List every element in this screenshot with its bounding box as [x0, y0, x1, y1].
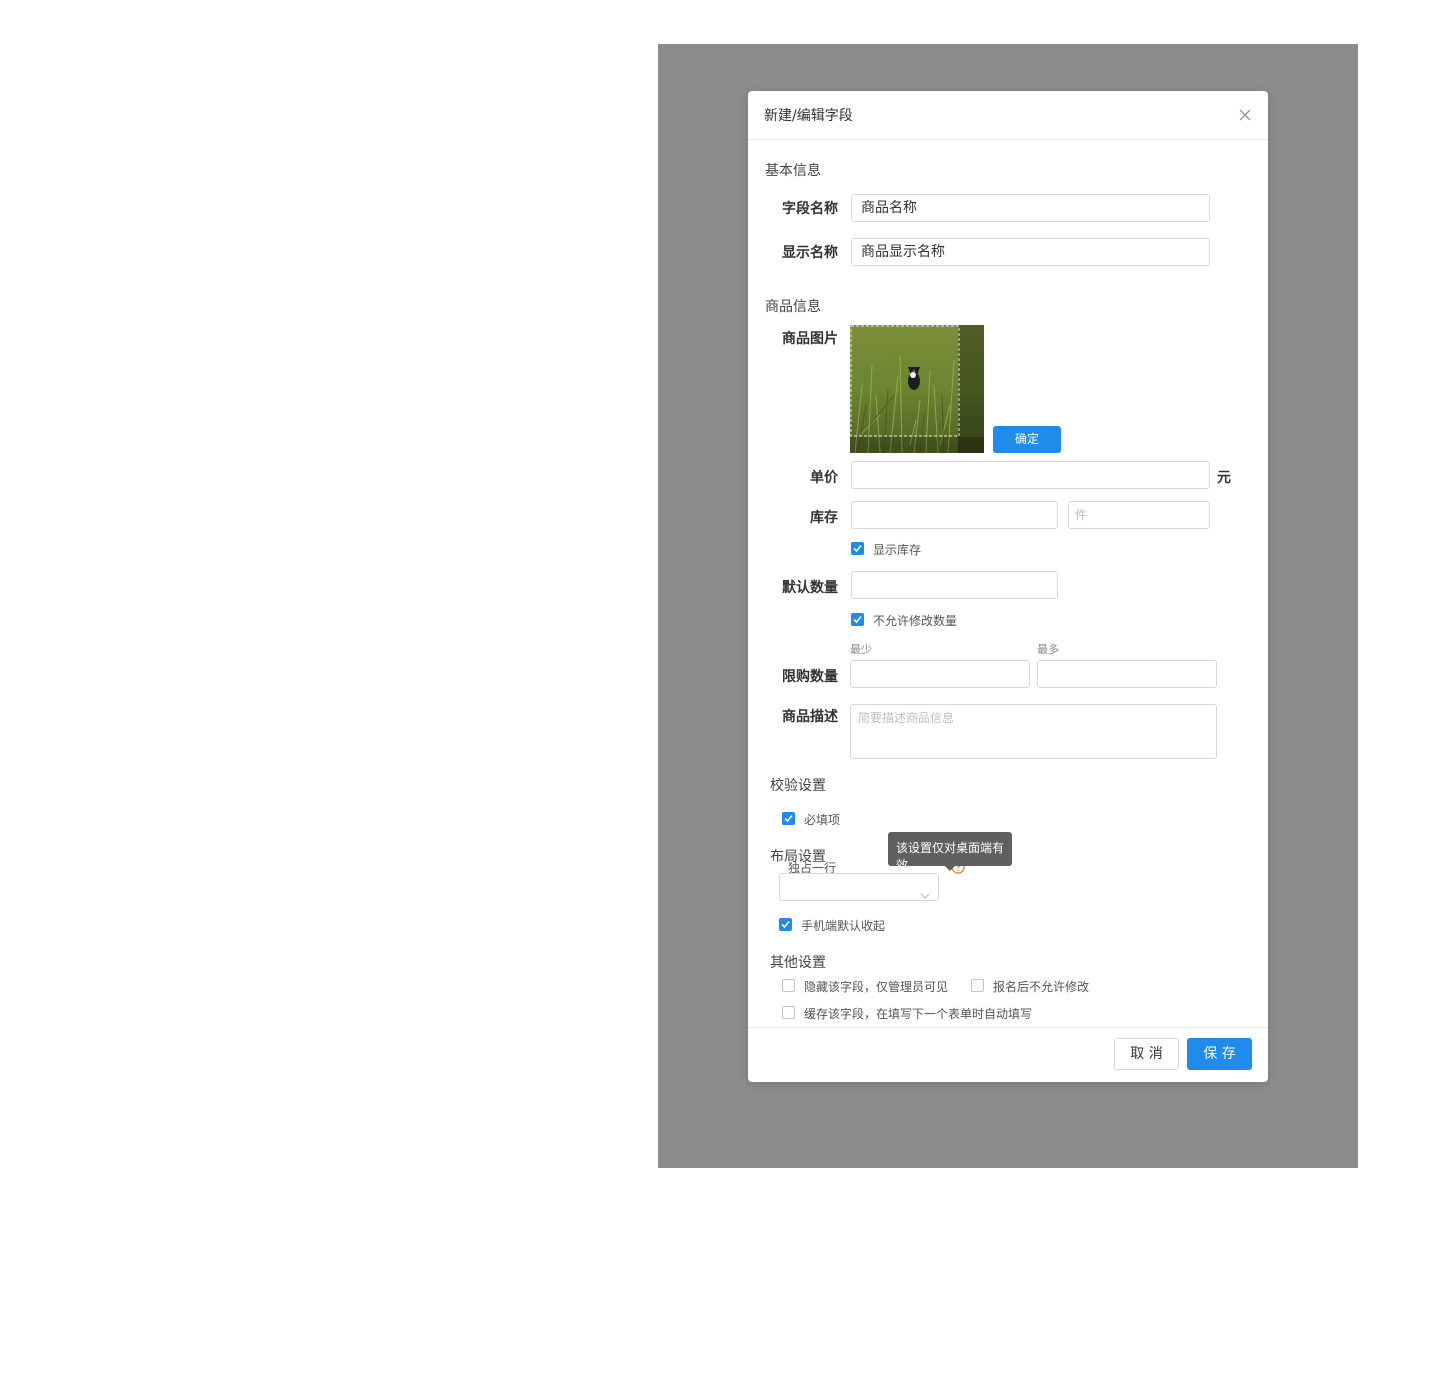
desktop-only-tooltip: 该设置仅对桌面端有效	[888, 832, 1012, 866]
own-row-select[interactable]	[779, 873, 939, 901]
chevron-down-icon	[920, 883, 930, 909]
stock-label: 库存	[810, 510, 838, 526]
dialog-title: 新建/编辑字段	[764, 108, 853, 124]
grass-photo	[850, 325, 984, 453]
default-qty-label: 默认数量	[782, 580, 838, 596]
stock-unit-input[interactable]: 件	[1068, 501, 1210, 529]
product-image-label: 商品图片	[782, 331, 838, 347]
price-unit: 元	[1217, 470, 1231, 486]
mobile-collapse-checkbox[interactable]	[779, 918, 792, 931]
hide-field-label: 隐藏该字段，仅管理员可见	[804, 980, 949, 994]
check-icon	[853, 615, 862, 624]
display-name-label: 显示名称	[782, 245, 838, 261]
required-checkbox[interactable]	[782, 812, 795, 825]
field-name-input[interactable]: 商品名称	[851, 194, 1210, 222]
show-stock-checkbox[interactable]	[851, 542, 864, 555]
product-desc-label: 商品描述	[782, 709, 838, 725]
dialog-header: 新建/编辑字段	[748, 91, 1268, 140]
limit-min-input[interactable]	[850, 660, 1030, 688]
no-modify-qty-checkbox[interactable]	[851, 613, 864, 626]
max-label: 最多	[1037, 643, 1059, 656]
section-other: 其他设置	[770, 955, 826, 971]
section-validation: 校验设置	[770, 778, 826, 794]
save-button[interactable]: 保 存	[1187, 1038, 1252, 1070]
edit-field-dialog: 新建/编辑字段 基本信息 字段名称 商品名称 显示名称 商品显示名称 商品信息 …	[748, 91, 1268, 1082]
desc-placeholder: 简要描述商品信息	[858, 711, 955, 725]
limit-max-input[interactable]	[1037, 660, 1217, 688]
no-modify-qty-label: 不允许修改数量	[873, 614, 958, 628]
tooltip-text: 该设置仅对桌面端有效	[896, 841, 1005, 866]
check-icon	[784, 814, 793, 823]
check-icon	[853, 544, 862, 553]
product-image[interactable]	[850, 325, 984, 453]
product-desc-textarea[interactable]: 简要描述商品信息	[850, 704, 1217, 759]
price-input[interactable]	[851, 461, 1210, 489]
stock-input[interactable]	[851, 501, 1058, 529]
limit-qty-label: 限购数量	[782, 669, 838, 685]
close-icon[interactable]	[1235, 105, 1255, 125]
display-name-input[interactable]: 商品显示名称	[851, 238, 1210, 266]
section-basic-info: 基本信息	[765, 163, 821, 179]
min-label: 最少	[850, 643, 872, 656]
field-name-label: 字段名称	[782, 201, 838, 217]
stock-unit-placeholder: 件	[1075, 508, 1088, 522]
tooltip-arrow	[945, 866, 955, 871]
no-modify-after-label: 报名后不允许修改	[993, 980, 1090, 994]
required-label: 必填项	[804, 813, 841, 827]
default-qty-input[interactable]	[851, 571, 1058, 599]
check-icon	[781, 920, 790, 929]
hide-field-checkbox[interactable]	[782, 979, 795, 992]
mobile-collapse-label: 手机端默认收起	[801, 919, 886, 933]
section-product-info: 商品信息	[765, 299, 821, 315]
confirm-crop-button[interactable]: 确定	[993, 426, 1061, 453]
price-label: 单价	[810, 470, 838, 486]
show-stock-label: 显示库存	[873, 543, 922, 557]
dialog-footer: 取 消 保 存	[748, 1027, 1268, 1083]
cancel-button[interactable]: 取 消	[1114, 1038, 1179, 1070]
no-modify-after-checkbox[interactable]	[971, 979, 984, 992]
cache-field-checkbox[interactable]	[782, 1006, 795, 1019]
cache-field-label: 缓存该字段，在填写下一个表单时自动填写	[804, 1007, 1033, 1021]
